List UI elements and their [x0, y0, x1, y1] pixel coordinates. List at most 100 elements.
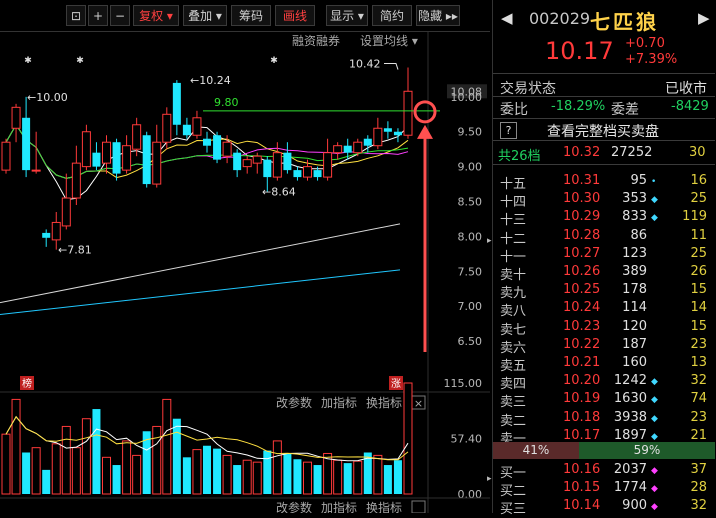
candle-body[interactable] — [122, 145, 132, 171]
display-button[interactable]: 显示 ▾ — [326, 5, 368, 26]
candle-body[interactable] — [353, 141, 363, 154]
candle-body[interactable] — [42, 232, 51, 238]
volume-bar[interactable] — [71, 447, 81, 495]
volume-bar[interactable] — [263, 450, 272, 494]
chips-button[interactable]: 筹码 — [231, 5, 271, 26]
candle-body[interactable] — [333, 145, 343, 154]
volume-bar[interactable] — [132, 454, 142, 495]
volume-bar[interactable] — [31, 447, 41, 495]
candle-body[interactable] — [1, 141, 11, 171]
volume-bar[interactable] — [242, 459, 252, 495]
volume-bar[interactable] — [403, 382, 413, 495]
candle-body[interactable] — [233, 152, 242, 171]
volume-bar[interactable] — [172, 418, 181, 494]
candle-body[interactable] — [81, 131, 91, 168]
bottom-close-box[interactable] — [411, 500, 426, 514]
volume-bar[interactable] — [112, 465, 121, 494]
volume-bar[interactable] — [222, 454, 232, 495]
zoom-in-button[interactable]: + — [88, 5, 108, 26]
overlay-button[interactable]: 叠加 ▾ — [183, 5, 227, 26]
candle-body[interactable] — [203, 138, 211, 146]
candle-body[interactable] — [102, 141, 111, 164]
help-icon[interactable]: ? — [500, 122, 517, 139]
candle-body[interactable] — [263, 159, 272, 178]
candle-body[interactable] — [393, 131, 402, 136]
volume-bar[interactable] — [343, 463, 352, 494]
kline-chart[interactable]: 融资融券 设置均线 ▾ 10.08 10.00 9.50 9.00 8.50 8.00 7.50… — [0, 32, 490, 515]
volume-bar[interactable] — [61, 425, 71, 495]
volume-bar[interactable] — [92, 409, 101, 494]
candle-body[interactable] — [293, 170, 302, 178]
candle-body[interactable] — [272, 152, 282, 178]
candle-body[interactable] — [213, 135, 222, 160]
draw-line-button[interactable]: 画线 — [275, 5, 315, 26]
screenshot-icon[interactable]: ⊡ — [66, 5, 86, 26]
volume-bar[interactable] — [313, 465, 322, 494]
candle-body[interactable] — [283, 152, 292, 171]
volume-bar[interactable] — [42, 469, 51, 494]
volume-bar[interactable] — [373, 454, 383, 495]
fuquan-button[interactable]: 复权 ▾ — [133, 5, 179, 26]
volume-bar[interactable] — [203, 445, 211, 494]
candle-body[interactable] — [162, 113, 172, 143]
candle-body[interactable] — [303, 166, 312, 178]
candle-body[interactable] — [112, 142, 121, 174]
candle-body[interactable] — [22, 117, 31, 171]
volume-bar[interactable] — [192, 449, 202, 495]
candle-body[interactable] — [252, 155, 262, 164]
simple-button[interactable]: 简约 — [372, 5, 412, 26]
candle-body[interactable] — [51, 221, 61, 241]
collapse-arrow-icon[interactable]: ▸ — [487, 236, 492, 246]
candle-body[interactable] — [71, 162, 81, 199]
candle-body[interactable] — [323, 152, 333, 178]
candle-body[interactable] — [242, 159, 252, 168]
volume-bar[interactable] — [213, 448, 222, 494]
bid-row[interactable]: 买三 10.14 900 32 ◆ — [493, 495, 715, 518]
volume-bar[interactable] — [102, 456, 111, 495]
volume-bar[interactable] — [11, 398, 21, 495]
volume-bar[interactable] — [122, 440, 132, 495]
volume-bar[interactable] — [283, 453, 292, 494]
kline-chart-svg[interactable]: 融资融券 设置均线 ▾10.0810.009.509.008.508.007.50… — [0, 32, 490, 515]
candle-body[interactable] — [11, 106, 21, 129]
volume-bar[interactable] — [383, 465, 392, 494]
candle-body[interactable] — [152, 141, 162, 185]
volume-bar[interactable] — [353, 460, 363, 495]
volume-bar[interactable] — [182, 457, 191, 494]
volume-bar[interactable] — [272, 440, 282, 495]
volume-bar[interactable] — [233, 465, 242, 494]
full-book-link[interactable]: 查看完整档买卖盘 — [547, 121, 659, 141]
volume-bar[interactable] — [1, 433, 11, 495]
candle-body[interactable] — [343, 145, 352, 153]
candle-body[interactable] — [313, 170, 322, 178]
volume-bar[interactable] — [162, 398, 172, 495]
volume-bar[interactable] — [293, 459, 302, 494]
volume-bar[interactable] — [333, 459, 343, 495]
candle-body[interactable] — [363, 138, 372, 146]
level-volume: 123 — [622, 245, 647, 261]
candle-body[interactable] — [31, 169, 41, 172]
hide-button[interactable]: 隐藏 ▸▸ — [416, 5, 460, 26]
volume-bar[interactable] — [252, 461, 262, 495]
prev-stock-arrow[interactable]: ◀ — [501, 9, 513, 27]
zoom-out-button[interactable]: − — [110, 5, 130, 26]
candle-body[interactable] — [222, 141, 232, 157]
volume-bar[interactable] — [51, 443, 61, 495]
candle-body[interactable] — [383, 128, 392, 132]
candle-body[interactable] — [172, 82, 181, 125]
volume-bar[interactable] — [22, 452, 31, 494]
event-star-icon: ✱ — [76, 56, 84, 66]
candle-body[interactable] — [403, 90, 413, 136]
volume-bar[interactable] — [393, 460, 402, 494]
volume-bar[interactable] — [81, 418, 91, 495]
next-stock-arrow[interactable]: ▶ — [698, 9, 710, 27]
candle-body[interactable] — [373, 127, 383, 147]
expand-arrow-icon[interactable]: ▸ — [487, 474, 492, 484]
candle-body[interactable] — [92, 152, 101, 167]
candle-body[interactable] — [132, 124, 142, 150]
candle-body[interactable] — [61, 197, 71, 227]
candle-body[interactable] — [142, 135, 151, 185]
volume-bar[interactable] — [303, 461, 312, 495]
candle-body[interactable] — [192, 117, 202, 136]
candle-body[interactable] — [182, 124, 191, 136]
